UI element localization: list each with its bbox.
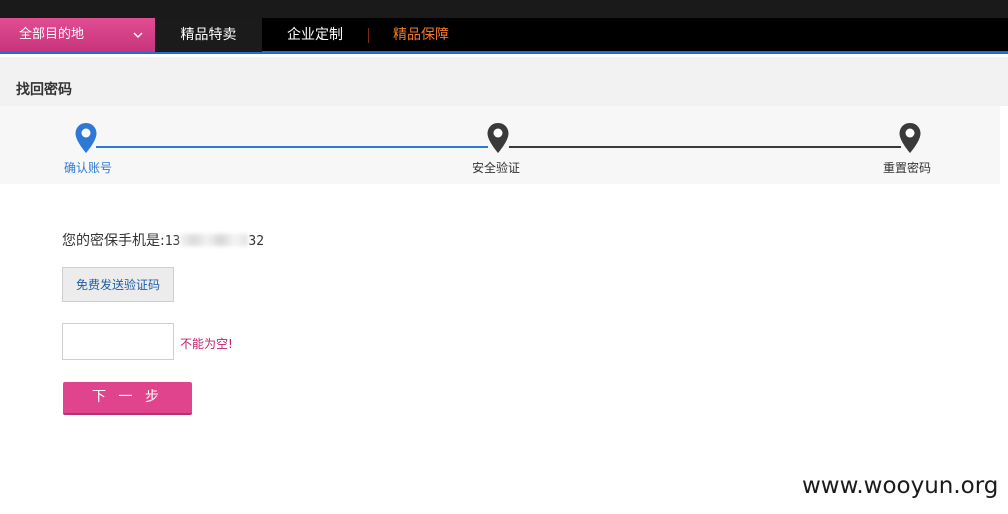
page-title: 找回密码 (16, 82, 72, 98)
nav-item-specials[interactable]: 精品特卖 (155, 18, 262, 52)
progress-line-done (96, 146, 488, 148)
progress-steps: 确认账号 安全验证 重置密码 (0, 106, 1000, 184)
section-header: 找回密码 (0, 57, 1008, 106)
steps-right-gap (1000, 106, 1008, 184)
destination-dropdown[interactable]: 全部目的地 (0, 18, 155, 52)
error-message: 不能为空! (180, 337, 233, 351)
map-pin-icon (899, 123, 921, 153)
watermark: www.wooyun.org (802, 473, 999, 499)
step-label-security-verify: 安全验证 (472, 161, 521, 175)
nav-divider (368, 28, 369, 43)
nav-item-enterprise[interactable]: 企业定制 (287, 18, 343, 52)
nav-item-guarantee[interactable]: 精品保障 (393, 18, 449, 52)
destination-label: 全部目的地 (19, 27, 85, 42)
secure-phone-line: 您的密保手机是:13 32 (62, 230, 264, 250)
phone-start: 13 (164, 234, 181, 249)
send-code-button[interactable]: 免费发送验证码 (62, 267, 174, 302)
phone-prefix-label: 您的密保手机是: (62, 233, 165, 249)
top-navbar: 全部目的地 精品特卖 企业定制 精品保障 (0, 18, 1008, 54)
step-label-confirm-account: 确认账号 (64, 161, 113, 175)
progress-line-pending (509, 146, 901, 148)
step-label-reset-password: 重置密码 (883, 161, 932, 175)
top-strip (0, 0, 1008, 18)
phone-end: 32 (248, 234, 265, 249)
map-pin-icon (487, 123, 509, 153)
masked-digits (180, 234, 249, 246)
chevron-down-icon (133, 32, 143, 38)
map-pin-icon (75, 123, 97, 153)
verification-code-input[interactable] (62, 323, 174, 360)
next-step-button[interactable]: 下 一 步 (63, 382, 192, 415)
